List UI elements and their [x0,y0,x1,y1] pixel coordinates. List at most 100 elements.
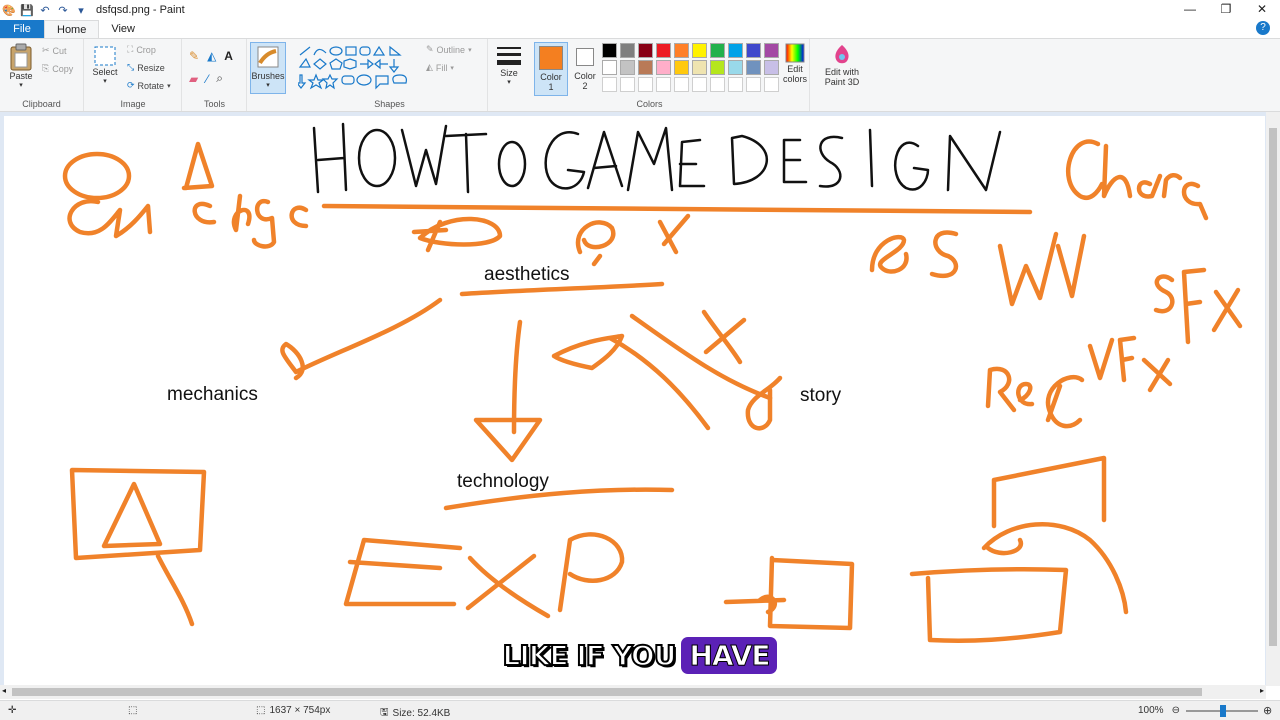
pencil-icon[interactable]: ✎ [189,49,199,63]
vertical-scrollbar[interactable] [1266,112,1280,686]
custom-color-slot[interactable] [674,77,689,92]
shapes-gallery[interactable] [298,45,418,93]
custom-color-slot[interactable] [602,77,617,92]
color-swatch[interactable] [710,60,725,75]
color-swatch[interactable] [764,43,779,58]
zoom-in-icon[interactable]: ⊕ [1263,704,1272,717]
crop-button[interactable]: ⛶ Crop [127,44,156,55]
color-swatch[interactable] [638,60,653,75]
custom-color-slot[interactable] [692,77,707,92]
brushes-group: Brushes ▾ [248,39,290,111]
brushes-button[interactable]: Brushes ▾ [250,42,286,94]
eraser-icon[interactable]: ▰ [189,72,198,86]
color-swatch[interactable] [602,60,617,75]
color-picker-icon[interactable]: ⁄ [206,72,208,86]
label-story: story [800,385,842,406]
custom-color-slot[interactable] [656,77,671,92]
custom-color-slot[interactable] [710,77,725,92]
copy-button[interactable]: ⎘ Copy [42,63,73,74]
zoom-slider[interactable] [1186,705,1258,717]
copy-icon: ⎘ [42,63,50,73]
cut-label: Cut [52,45,67,56]
zoom-out-icon[interactable]: ⊖ [1172,705,1180,716]
cut-button[interactable]: ✂ Cut [42,45,67,56]
fill-bucket-icon[interactable]: ◭ [207,49,216,63]
rotate-label: Rotate [137,80,165,91]
edit-with-paint3d-button[interactable]: Edit with Paint 3D [816,43,868,87]
scroll-right-icon[interactable]: ▸ [1260,686,1264,695]
color-swatch[interactable] [692,60,707,75]
color2-number: 2 [582,81,588,91]
label-aesthetics: aesthetics [484,264,570,285]
window-title: dsfqsd.png - Paint [96,4,185,16]
outline-icon: ✎ [426,44,434,54]
color-swatch[interactable] [656,60,671,75]
chevron-down-icon: ▾ [266,82,270,89]
color2-swatch [576,48,594,66]
resize-icon: ⤡ [127,62,135,72]
fill-button[interactable]: ◭ Fill ▾ [426,62,454,73]
zoom-slider-thumb[interactable] [1220,705,1226,717]
resize-button[interactable]: ⤡ Resize [127,62,165,73]
restore-button[interactable]: ❐ [1208,0,1244,18]
custom-color-slot[interactable] [764,77,779,92]
horizontal-scroll-thumb[interactable] [12,688,1202,696]
tab-view[interactable]: View [99,20,147,38]
shapes-group-label: Shapes [374,99,405,109]
label-technology: technology [457,471,549,492]
line-size-icon [497,47,521,65]
paste-button[interactable]: Paste ▾ [6,43,36,89]
undo-icon[interactable]: ↶ [38,3,52,17]
color-swatch[interactable] [746,43,761,58]
color-swatch[interactable] [746,60,761,75]
fill-label: Fill [435,62,448,73]
cursor-position: ✛ [8,705,16,716]
customize-toolbar-icon[interactable]: ▾ [74,3,88,17]
scissors-icon: ✂ [42,45,50,55]
color-swatch[interactable] [638,43,653,58]
custom-color-slot[interactable] [746,77,761,92]
tab-file[interactable]: File [0,20,44,38]
color-swatch[interactable] [728,43,743,58]
color2-label: Color [574,71,596,81]
close-button[interactable]: ✕ [1244,0,1280,18]
clipboard-group: Paste ▾ ✂ Cut ⎘ Copy Clipboard [0,39,84,111]
edit-colors-button[interactable]: Edit colors [780,42,810,84]
rotate-button[interactable]: ⟳ Rotate ▾ [127,80,171,91]
edit-colors-label-2: colors [782,74,807,84]
color-swatch[interactable] [656,43,671,58]
vertical-scroll-thumb[interactable] [1269,128,1277,646]
color-swatch[interactable] [692,43,707,58]
file-size: 🖫 Size: 52.4KB [380,705,450,720]
tab-home[interactable]: Home [44,20,100,38]
color-swatch[interactable] [674,60,689,75]
select-icon [94,46,116,66]
color-swatch[interactable] [674,43,689,58]
text-icon[interactable]: A [224,49,233,63]
redo-icon[interactable]: ↷ [56,3,70,17]
custom-color-slot[interactable] [638,77,653,92]
crop-icon: ⛶ [127,44,134,54]
color-swatch[interactable] [620,60,635,75]
color1-button[interactable]: Color 1 [534,42,568,96]
color-swatch[interactable] [620,43,635,58]
chevron-down-icon: ▾ [468,46,472,54]
size-button[interactable]: Size ▾ [494,44,524,86]
outline-button[interactable]: ✎ Outline ▾ [426,44,472,55]
save-icon[interactable]: 💾 [20,3,34,17]
color2-button[interactable]: Color 2 [570,42,600,91]
color-swatch[interactable] [764,60,779,75]
custom-color-slot[interactable] [620,77,635,92]
magnifier-icon[interactable]: ⌕ [216,71,223,86]
color-spectrum-icon [785,43,805,63]
color-swatch[interactable] [728,60,743,75]
color-swatch[interactable] [602,43,617,58]
color-swatch[interactable] [710,43,725,58]
horizontal-scrollbar[interactable]: ◂ ▸ [0,685,1266,699]
select-button[interactable]: Select ▾ [89,45,121,85]
custom-color-slot[interactable] [728,77,743,92]
minimize-button[interactable]: — [1172,0,1208,18]
help-icon[interactable]: ? [1256,21,1270,35]
drawing-canvas[interactable]: aesthetics mechanics story technology [4,116,1265,686]
scroll-left-icon[interactable]: ◂ [2,686,6,695]
